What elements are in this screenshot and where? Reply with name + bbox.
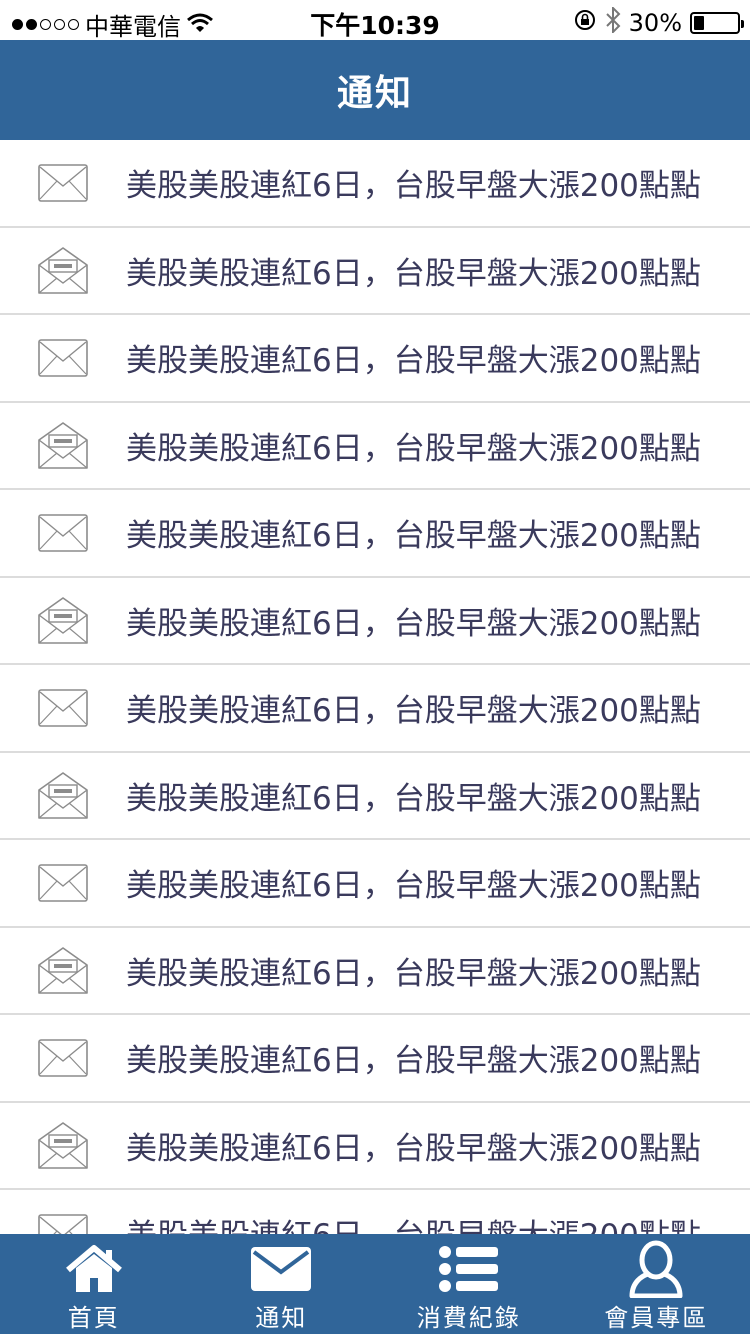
notification-text: 美股美股連紅6日，台股早盤大漲200點點 [126,1210,701,1234]
envelope-closed-icon [38,158,88,208]
notification-item[interactable]: 美股美股連紅6日，台股早盤大漲200點點 [0,315,750,403]
notification-item[interactable]: 美股美股連紅6日，台股早盤大漲200點點 [0,228,750,315]
tab-notifications[interactable]: 通知 [188,1234,376,1334]
status-right: 30% [573,5,744,39]
notification-item[interactable]: 美股美股連紅6日，台股早盤大漲200點點 [0,840,750,928]
tab-label: 首頁 [67,1304,120,1332]
envelope-open-icon [38,1120,88,1170]
notification-text: 美股美股連紅6日，台股早盤大漲200點點 [126,168,701,205]
user-icon [624,1240,688,1298]
tab-bar: 首頁 通知 消費紀錄 會員專區 [0,1234,750,1334]
battery-fill [694,16,704,30]
navigation-bar: 通知 [0,40,750,140]
notification-item[interactable]: 美股美股連紅6日，台股早盤大漲200點點 [0,490,750,578]
notification-text: 美股美股連紅6日，台股早盤大漲200點點 [126,605,701,642]
bluetooth-icon [605,5,621,39]
envelope-closed-icon [38,333,88,383]
notification-item[interactable]: 美股美股連紅6日，台股早盤大漲200點點 [0,928,750,1015]
envelope-open-icon [38,595,88,645]
envelope-closed-icon [38,508,88,558]
page-title: 通知 [336,73,413,114]
tab-label: 會員專區 [604,1304,709,1332]
tab-home[interactable]: 首頁 [0,1234,188,1334]
battery-icon [690,12,744,34]
notification-text: 美股美股連紅6日，台股早盤大漲200點點 [126,343,701,380]
notification-text: 美股美股連紅6日，台股早盤大漲200點點 [126,868,701,905]
home-icon [62,1242,126,1296]
notification-item[interactable]: 美股美股連紅6日，台股早盤大漲200點點 [0,665,750,753]
tab-purchase-history[interactable]: 消費紀錄 [375,1234,563,1334]
notification-text: 美股美股連紅6日，台股早盤大漲200點點 [126,693,701,730]
notification-text: 美股美股連紅6日，台股早盤大漲200點點 [126,955,701,992]
envelope-open-icon [38,245,88,295]
notification-text: 美股美股連紅6日，台股早盤大漲200點點 [126,430,701,467]
notification-list[interactable]: 美股美股連紅6日，台股早盤大漲200點點 美股美股連紅6日，台股早盤大漲200點點… [0,140,750,1234]
notification-item[interactable]: 美股美股連紅6日，台股早盤大漲200點點 [0,578,750,665]
rotation-lock-icon [573,8,597,38]
status-bar: 中華電信 下午10:39 30% [0,0,750,41]
envelope-closed-icon [38,1033,88,1083]
notification-text: 美股美股連紅6日，台股早盤大漲200點點 [126,518,701,555]
notification-item[interactable]: 美股美股連紅6日，台股早盤大漲200點點 [0,753,750,840]
notification-item[interactable]: 美股美股連紅6日，台股早盤大漲200點點 [0,1190,750,1234]
envelope-closed-icon [38,683,88,733]
envelope-open-icon [38,420,88,470]
notification-item[interactable]: 美股美股連紅6日，台股早盤大漲200點點 [0,403,750,490]
notification-item[interactable]: 美股美股連紅6日，台股早盤大漲200點點 [0,1015,750,1103]
tab-label: 通知 [255,1304,308,1332]
envelope-open-icon [38,770,88,820]
notification-text: 美股美股連紅6日，台股早盤大漲200點點 [126,780,701,817]
notification-text: 美股美股連紅6日，台股早盤大漲200點點 [126,1043,701,1080]
envelope-closed-icon [38,858,88,908]
tab-label: 消費紀錄 [416,1304,521,1332]
list-icon [437,1242,501,1296]
tab-member-area[interactable]: 會員專區 [563,1234,750,1334]
notification-text: 美股美股連紅6日，台股早盤大漲200點點 [126,255,701,292]
notification-item[interactable]: 美股美股連紅6日，台股早盤大漲200點點 [0,1103,750,1190]
battery-percent: 30% [628,9,682,37]
notification-text: 美股美股連紅6日，台股早盤大漲200點點 [126,1130,701,1167]
envelope-open-icon [38,945,88,995]
envelope-closed-icon [38,1208,88,1234]
envelope-icon [249,1242,313,1296]
notification-item[interactable]: 美股美股連紅6日，台股早盤大漲200點點 [0,140,750,228]
